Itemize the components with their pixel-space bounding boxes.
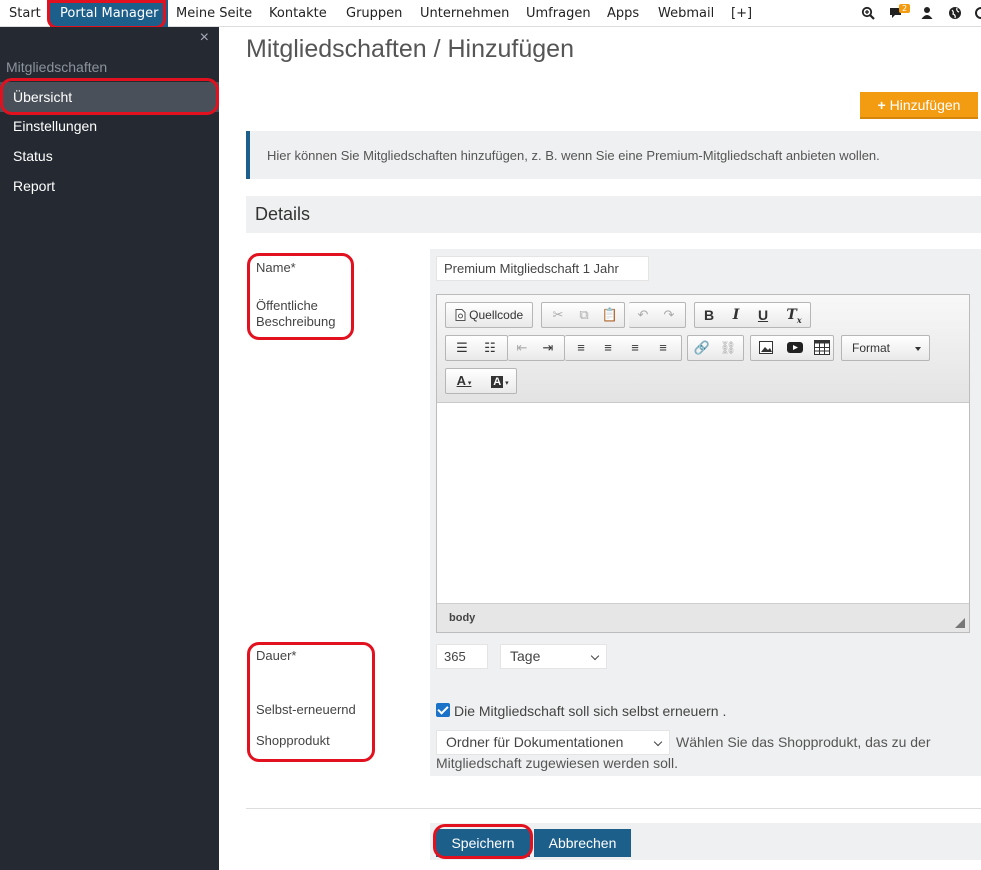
nav-add[interactable]: [+] (731, 0, 752, 27)
source-button[interactable]: Quellcode (446, 303, 532, 327)
italic-icon[interactable]: I (724, 303, 748, 327)
cancel-button[interactable]: Abbrechen (534, 829, 631, 857)
nav-meine-seite[interactable]: Meine Seite (176, 0, 252, 27)
editor-status-bar: body (437, 603, 969, 632)
user-icon[interactable] (920, 6, 934, 20)
bold-icon[interactable]: B (697, 303, 721, 327)
editor-content-area[interactable] (437, 403, 969, 603)
color-group: A ▾ A ▾ (445, 368, 517, 394)
divider (246, 808, 981, 809)
link-icon[interactable]: 🔗 (690, 336, 714, 360)
top-navigation: Start Portal Manager Meine Seite Kontakt… (0, 0, 981, 27)
duration-label: Dauer* (256, 648, 297, 663)
page-title: Mitgliedschaften / Hinzufügen (246, 35, 574, 63)
save-button[interactable]: Speichern (436, 829, 530, 857)
nav-gruppen[interactable]: Gruppen (346, 0, 402, 27)
search-plus-icon[interactable] (861, 6, 875, 20)
youtube-icon[interactable] (787, 341, 803, 354)
clipboard-group: ✂ ⧉ 📋 (541, 302, 625, 328)
cut-icon[interactable]: ✂ (546, 303, 570, 327)
sidebar-heading: Mitgliedschaften (6, 59, 108, 75)
dropdown-arrow-icon (915, 347, 921, 351)
unlink-icon[interactable]: ⛓ (716, 336, 740, 360)
list-group: ☰ ☷ (445, 335, 508, 361)
add-button[interactable]: + Hinzufügen (860, 92, 978, 119)
copy-icon[interactable]: ⧉ (572, 303, 596, 327)
sidebar-item-status[interactable]: Status (0, 141, 219, 171)
globe-icon[interactable] (948, 6, 962, 20)
chevron-down-icon (590, 651, 600, 661)
indent-icon[interactable]: ⇥ (536, 336, 560, 360)
align-right-icon[interactable]: ≡ (623, 336, 647, 360)
name-label: Name* (256, 260, 296, 275)
add-button-label: Hinzufügen (889, 97, 961, 113)
duration-unit-value: Tage (510, 648, 541, 664)
numbered-list-icon[interactable]: ☰ (450, 336, 474, 360)
shop-product-value: Ordner für Dokumentationen (446, 734, 624, 750)
chevron-down-icon (653, 737, 663, 747)
plus-icon: + (877, 97, 886, 113)
editor-toolbar: Quellcode ✂ ⧉ 📋 ↶ ↷ B I U Tx ☰ ☷ ⇤ ⇥ ≡ ≡… (437, 295, 969, 403)
outdent-icon[interactable]: ⇤ (510, 336, 534, 360)
redo-icon[interactable]: ↷ (657, 303, 681, 327)
undo-icon[interactable]: ↶ (631, 303, 655, 327)
nav-apps[interactable]: Apps (607, 0, 639, 27)
description-label-line2: Beschreibung (256, 314, 336, 329)
remove-format-icon[interactable]: Tx (782, 303, 806, 327)
undo-group: ↶ ↷ (629, 302, 686, 328)
source-group: Quellcode (445, 302, 533, 328)
justify-icon[interactable]: ≡ (651, 336, 675, 360)
nav-webmail[interactable]: Webmail (658, 0, 714, 27)
renew-label: Selbst-erneuernd (256, 702, 356, 717)
document-icon (455, 309, 466, 321)
details-heading: Details (246, 196, 981, 233)
nav-kontakte[interactable]: Kontakte (269, 0, 327, 27)
indent-group: ⇤ ⇥ (508, 335, 565, 361)
underline-icon[interactable]: U (751, 303, 775, 327)
sidebar-item-einstellungen[interactable]: Einstellungen (0, 111, 219, 141)
sidebar-item-report[interactable]: Report (0, 171, 219, 201)
nav-start[interactable]: Start (9, 0, 41, 27)
background-color-icon[interactable]: A ▾ (484, 369, 516, 393)
align-group: ≡ ≡ ≡ ≡ (565, 335, 682, 361)
nav-umfragen[interactable]: Umfragen (526, 0, 591, 27)
element-path[interactable]: body (449, 612, 475, 624)
shop-product-select[interactable]: Ordner für Dokumentationen (436, 730, 670, 755)
sidebar-close-icon[interactable]: × (200, 29, 209, 47)
renew-checkbox-label: Die Mitgliedschaft soll sich selbst erne… (454, 703, 727, 719)
image-icon[interactable] (759, 341, 773, 354)
text-color-icon[interactable]: A ▾ (448, 369, 480, 393)
table-icon[interactable] (814, 340, 830, 355)
paste-icon[interactable]: 📋 (598, 303, 622, 327)
duration-input[interactable]: 365 (436, 644, 488, 669)
format-dropdown[interactable]: Format (841, 335, 930, 361)
bulleted-list-icon[interactable]: ☷ (478, 336, 502, 360)
link-group: 🔗 ⛓ (687, 335, 744, 361)
name-input[interactable]: Premium Mitgliedschaft 1 Jahr (436, 256, 649, 281)
insert-group (750, 335, 834, 361)
format-dropdown-label: Format (852, 341, 891, 355)
source-button-label: Quellcode (469, 308, 524, 322)
description-label-line1: Öffentliche (256, 298, 318, 313)
shop-label: Shopprodukt (256, 733, 330, 748)
sidebar: × Mitgliedschaften Übersicht Einstellung… (0, 27, 219, 870)
nav-unternehmen[interactable]: Unternehmen (420, 0, 509, 27)
renew-checkbox[interactable] (436, 703, 450, 717)
notification-badge: 2 (899, 4, 911, 13)
duration-unit-select[interactable]: Tage (500, 644, 607, 669)
rich-text-editor: Quellcode ✂ ⧉ 📋 ↶ ↷ B I U Tx ☰ ☷ ⇤ ⇥ ≡ ≡… (436, 294, 970, 633)
settings-icon[interactable] (974, 6, 981, 20)
info-box: Hier können Sie Mitgliedschaften hinzufü… (246, 131, 981, 179)
basicstyles-group: B I U Tx (694, 302, 811, 328)
resize-handle-icon[interactable] (955, 618, 965, 628)
align-center-icon[interactable]: ≡ (596, 336, 620, 360)
nav-portal-manager[interactable]: Portal Manager (50, 0, 169, 27)
sidebar-item-uebersicht[interactable]: Übersicht (0, 82, 219, 112)
align-left-icon[interactable]: ≡ (569, 336, 593, 360)
